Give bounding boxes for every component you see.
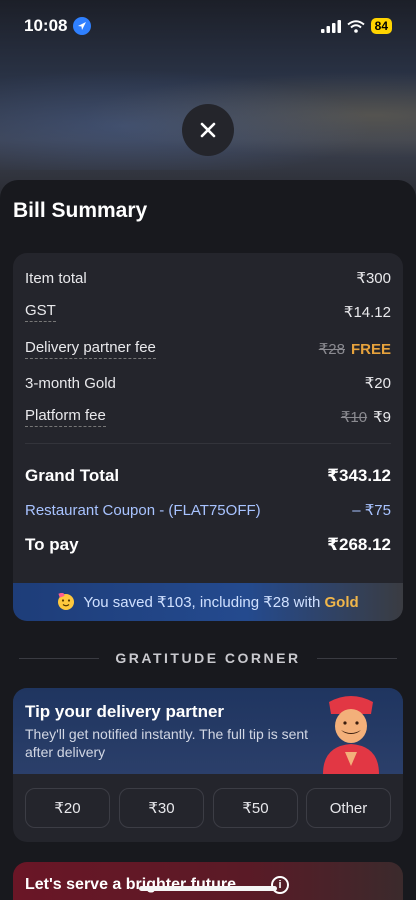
platform-fee-label[interactable]: Platform fee <box>25 407 106 427</box>
battery-indicator: 84 <box>370 18 392 34</box>
close-button[interactable] <box>182 104 234 156</box>
divider <box>25 443 391 444</box>
wifi-icon <box>347 19 365 33</box>
brighter-future-text: Let's serve a brighter future <box>25 876 236 893</box>
status-time-group: 10:08 <box>24 16 92 36</box>
gst-value: ₹14.12 <box>343 304 391 321</box>
to-pay-label: To pay <box>25 535 79 554</box>
gst-row[interactable]: GST ₹14.12 <box>25 302 391 322</box>
coupon-label: Restaurant Coupon - (FLAT75OFF) <box>25 501 261 519</box>
delivery-fee-value-group: ₹28 FREE <box>319 340 391 358</box>
tip-option-other[interactable]: Other <box>306 788 391 828</box>
tip-subtitle: They'll get notified instantly. The full… <box>25 726 309 760</box>
celebration-face-icon <box>58 593 75 610</box>
gold-row: 3-month Gold ₹20 <box>25 374 391 393</box>
savings-banner: You saved ₹103, including ₹28 with Gold <box>13 577 403 621</box>
heading-line-left <box>19 657 100 659</box>
delivery-fee-free: FREE <box>350 341 391 358</box>
signal-icon <box>320 19 341 33</box>
gold-label: 3-month Gold <box>25 374 116 392</box>
savings-text: You saved ₹103, including ₹28 with Gold <box>83 593 358 611</box>
delivery-fee-label[interactable]: Delivery partner fee <box>25 339 156 359</box>
status-icons: 84 <box>320 18 392 34</box>
item-total-value: ₹300 <box>356 270 391 287</box>
bill-summary-title: Bill Summary <box>13 199 148 222</box>
tip-option-50[interactable]: ₹50 <box>213 788 298 828</box>
gold-value: ₹20 <box>364 375 391 392</box>
location-icon <box>73 17 92 35</box>
platform-fee-original: ₹10 <box>340 409 368 426</box>
platform-fee-value-group: ₹10 ₹9 <box>341 408 391 426</box>
to-pay-value: ₹268.12 <box>327 535 391 554</box>
delivery-partner-illustration <box>323 696 379 774</box>
grand-total-label: Grand Total <box>25 466 120 485</box>
savings-prefix: You saved ₹103, including ₹28 with <box>83 594 321 611</box>
grand-total-row: Grand Total ₹343.12 <box>25 466 391 486</box>
tip-option-20[interactable]: ₹20 <box>25 788 110 828</box>
gratitude-heading-text: GRATITUDE CORNER <box>115 650 301 666</box>
savings-gold: Gold <box>324 594 359 611</box>
info-icon[interactable]: i <box>271 876 289 894</box>
tip-title: Tip your delivery partner <box>25 702 225 721</box>
item-total-row: Item total ₹300 <box>25 269 391 288</box>
item-total-label: Item total <box>25 269 87 287</box>
coupon-value: – ₹75 <box>352 502 391 519</box>
to-pay-row: To pay ₹268.12 <box>25 535 391 555</box>
status-bar: 10:08 84 <box>0 0 416 52</box>
close-icon <box>200 122 216 138</box>
tip-card: Tip your delivery partner They'll get no… <box>13 688 403 842</box>
grand-total-value: ₹343.12 <box>327 466 391 485</box>
bill-card: Item total ₹300 GST ₹14.12 Delivery part… <box>13 253 403 621</box>
tip-option-30[interactable]: ₹30 <box>119 788 204 828</box>
heading-line-right <box>316 657 397 659</box>
gst-label[interactable]: GST <box>25 302 56 322</box>
delivery-fee-row[interactable]: Delivery partner fee ₹28 FREE <box>25 339 391 359</box>
delivery-fee-original: ₹28 <box>318 341 345 358</box>
brighter-future-card[interactable]: Let's serve a brighter future i <box>13 862 403 900</box>
home-indicator <box>139 886 277 891</box>
platform-fee-row[interactable]: Platform fee ₹10 ₹9 <box>25 407 391 427</box>
gratitude-heading: GRATITUDE CORNER <box>0 650 416 666</box>
status-time: 10:08 <box>24 16 68 35</box>
platform-fee-value: ₹9 <box>373 409 391 426</box>
coupon-row: Restaurant Coupon - (FLAT75OFF) – ₹75 <box>25 501 391 520</box>
